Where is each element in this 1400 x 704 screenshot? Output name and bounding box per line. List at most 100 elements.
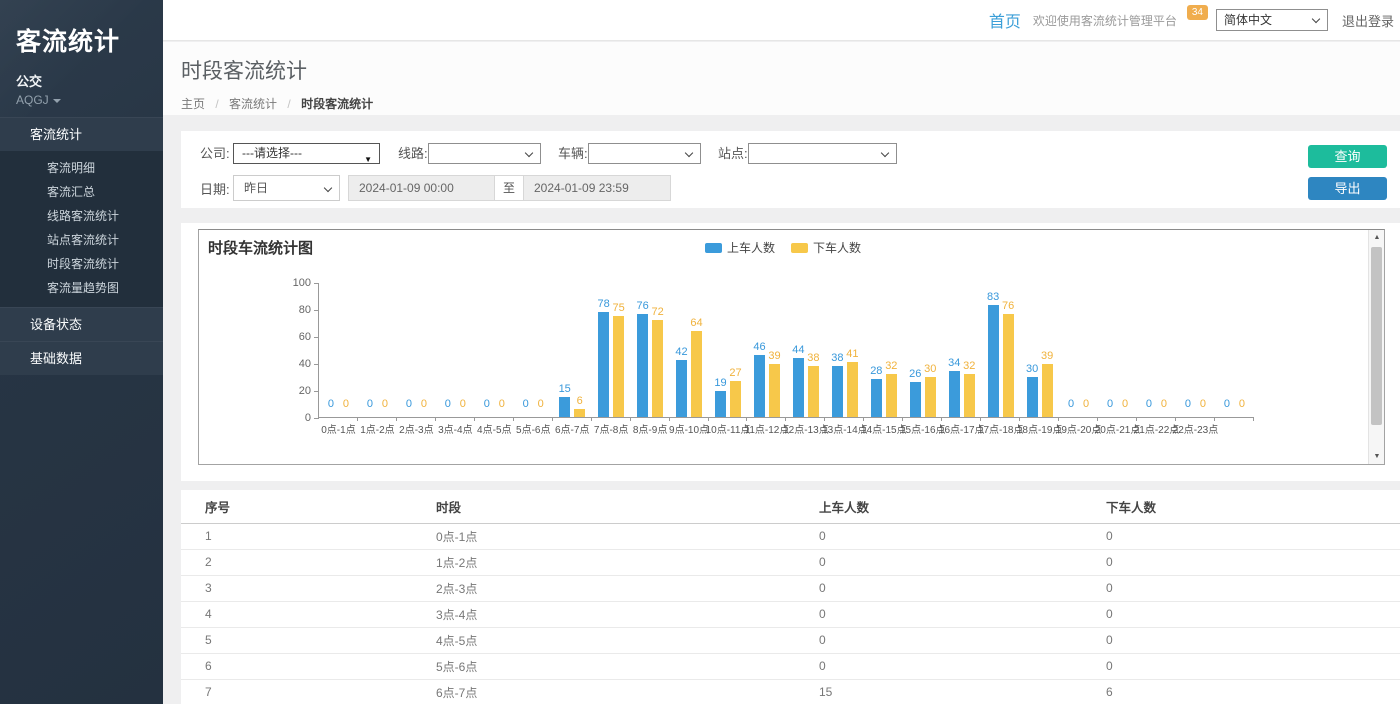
bar-value-label: 28 [870, 365, 882, 377]
bar-alighting [1003, 314, 1014, 417]
bar-value-label: 78 [598, 298, 610, 310]
date-to-input[interactable]: 2024-01-09 23:59 [523, 175, 671, 201]
sidebar-item[interactable]: 设备状态 [0, 307, 163, 341]
vehicle-select[interactable] [588, 143, 701, 164]
scroll-down-icon[interactable]: ▼ [1369, 449, 1385, 464]
legend-item[interactable]: 下车人数 [791, 239, 861, 256]
date-preset-select[interactable]: 昨日 [233, 175, 340, 201]
legend-item[interactable]: 上车人数 [705, 239, 775, 256]
company-select[interactable]: ---请选择--- ▼ [233, 143, 380, 164]
bar-boarding [910, 382, 921, 417]
breadcrumb-separator: / [287, 97, 290, 111]
y-axis-tick-label: 80 [279, 304, 311, 316]
x-axis-tick [435, 417, 436, 421]
date-to-label: 至 [495, 175, 523, 201]
sidebar-item[interactable]: 时段客流统计 [0, 252, 163, 276]
bar-group: 263015点-16点 [903, 282, 942, 417]
org-selector[interactable]: AQGJ [16, 93, 147, 107]
org-name: 公交 [16, 71, 147, 90]
chart-scrollbar[interactable]: ▲ ▼ [1368, 230, 1384, 464]
bar-slot-alighting: 30 [925, 282, 936, 417]
table-cell: 6点-7点 [412, 679, 795, 704]
table-panel: 序号时段上车人数下车人数 10点-1点0021点-2点0032点-3点0043点… [181, 490, 1400, 704]
bar-slot-boarding: 42 [676, 282, 687, 417]
bar-group: 303918点-19点 [1020, 282, 1059, 417]
bar-slot-alighting: 72 [652, 282, 663, 417]
bar-value-label: 0 [484, 398, 490, 410]
table-cell: 4 [181, 601, 412, 627]
bar-group: 384113点-14点 [825, 282, 864, 417]
bar-slot-alighting: 39 [769, 282, 780, 417]
notification-badge[interactable]: 34 [1187, 5, 1208, 20]
bar-slot-alighting: 0 [1158, 282, 1169, 417]
breadcrumb-home[interactable]: 主页 [181, 97, 205, 111]
bar-value-label: 38 [807, 352, 819, 364]
breadcrumb-section[interactable]: 客流统计 [229, 97, 277, 111]
x-axis-label: 7点-8点 [594, 421, 628, 436]
bar-group: 002点-3点 [397, 282, 436, 417]
table-cell: 2点-3点 [412, 575, 795, 601]
bar-slot-boarding: 15 [559, 282, 570, 417]
breadcrumb: 主页 / 客流统计 / 时段客流统计 [181, 95, 1400, 112]
table-cell: 2 [181, 549, 412, 575]
bar-slot-boarding: 34 [949, 282, 960, 417]
sidebar-item[interactable]: 客流量趋势图 [0, 276, 163, 300]
station-select[interactable] [748, 143, 897, 164]
export-button[interactable]: 导出 [1308, 177, 1387, 200]
bar-slot-boarding: 76 [637, 282, 648, 417]
bar-slot-alighting: 0 [340, 282, 351, 417]
bar-group: 004点-5点 [475, 282, 514, 417]
table-cell: 0 [795, 575, 1082, 601]
table-cell: 1点-2点 [412, 549, 795, 575]
chevron-down-icon [324, 184, 332, 192]
bar-group: 76728点-9点 [631, 282, 670, 417]
bar-slot-boarding: 44 [793, 282, 804, 417]
bar-group: 0021点-22点 [1137, 282, 1176, 417]
x-axis-label: 0点-1点 [321, 421, 355, 436]
bar-value-label: 0 [1146, 398, 1152, 410]
bar-group: 0022点-23点 [1176, 282, 1215, 417]
y-axis-tick-label: 0 [279, 412, 311, 424]
bar-alighting [808, 366, 819, 417]
sidebar-item[interactable]: 客流明细 [0, 156, 163, 180]
sidebar-item[interactable]: 站点客流统计 [0, 228, 163, 252]
bar-value-label: 0 [460, 398, 466, 410]
logout-link[interactable]: 退出登录 [1342, 11, 1394, 30]
bar-slot-boarding: 0 [1182, 282, 1193, 417]
x-axis-label: 9点-10点 [669, 421, 709, 436]
bar-value-label: 34 [948, 357, 960, 369]
line-select[interactable] [428, 143, 541, 164]
stats-table: 序号时段上车人数下车人数 10点-1点0021点-2点0032点-3点0043点… [181, 490, 1400, 704]
table-cell: 6 [1082, 679, 1400, 704]
scroll-up-icon[interactable]: ▲ [1369, 230, 1385, 245]
nav-home-link[interactable]: 首页 [989, 8, 1021, 32]
bar-boarding [949, 371, 960, 417]
y-axis-tick-label: 60 [279, 331, 311, 343]
language-select[interactable]: 简体中文 [1216, 9, 1328, 31]
bar-slot-alighting: 0 [1120, 282, 1131, 417]
bar-group: 343216点-17点 [942, 282, 981, 417]
bar-slot-alighting: 0 [379, 282, 390, 417]
app-logo: 客流统计 [16, 22, 147, 58]
sidebar: 客流统计 公交 AQGJ 客流统计客流明细客流汇总线路客流统计站点客流统计时段客… [0, 0, 163, 704]
legend-swatch [791, 243, 808, 253]
query-button[interactable]: 查询 [1308, 145, 1387, 168]
bar-boarding [1027, 377, 1038, 418]
bar-slot-alighting: 64 [691, 282, 702, 417]
bar-slot-alighting: 0 [535, 282, 546, 417]
sidebar-item[interactable]: 基础数据 [0, 341, 163, 375]
chart-legend: 上车人数 下车人数 [199, 239, 1367, 256]
bar-value-label: 27 [729, 367, 741, 379]
bar-slot-boarding: 28 [871, 282, 882, 417]
bar-slot-alighting: 32 [886, 282, 897, 417]
sidebar-item[interactable]: 客流汇总 [0, 180, 163, 204]
sidebar-item[interactable]: 线路客流统计 [0, 204, 163, 228]
scrollbar-thumb[interactable] [1371, 247, 1382, 425]
sidebar-item[interactable]: 客流统计 [0, 117, 163, 151]
legend-label: 下车人数 [813, 239, 861, 256]
station-label: 站点: [718, 143, 748, 164]
date-from-input[interactable]: 2024-01-09 00:00 [348, 175, 495, 201]
bar-group: 003点-4点 [436, 282, 475, 417]
vehicle-label: 车辆: [558, 143, 588, 164]
bar-value-label: 0 [499, 398, 505, 410]
